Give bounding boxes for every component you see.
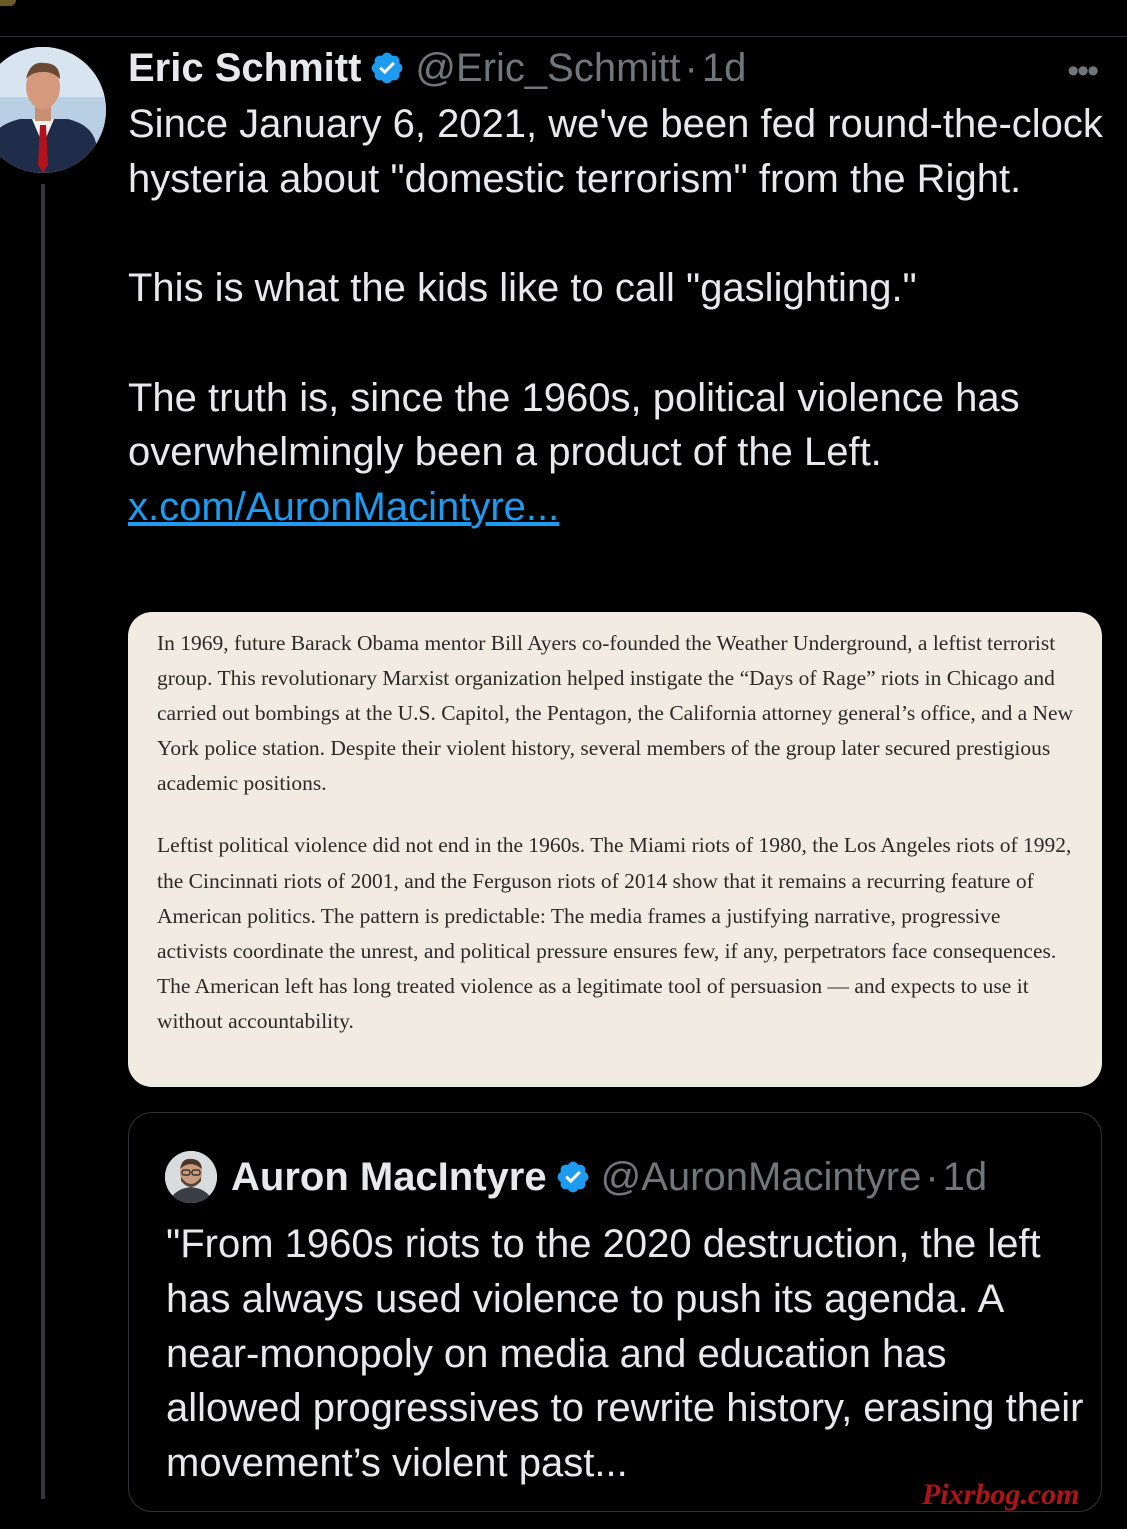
author-name[interactable]: Eric Schmitt [128,46,361,91]
verified-badge-icon [557,1161,588,1193]
more-options-icon[interactable]: ••• [1067,52,1099,91]
quoted-author-avatar [165,1151,217,1203]
quoted-tweet-body: "From 1960s riots to the 2020 destructio… [166,1222,1084,1486]
quoted-timestamp[interactable]: 1d [943,1155,988,1200]
quoted-tweet[interactable]: Auron MacIntyre @AuronMacintyre · 1d "Fr… [128,1112,1102,1512]
watermark: Pixrbog.com [922,1478,1080,1511]
thread-line [41,184,45,1499]
divider [0,36,1127,37]
tweet-paragraph: This is what the kids like to call "gasl… [128,266,917,310]
separator-dot: · [925,1154,939,1199]
author-avatar-image [0,47,106,173]
image-paragraph: In 1969, future Barack Obama mentor Bill… [157,631,1074,796]
tweet-header: Eric Schmitt @Eric_Schmitt · 1d [128,40,746,96]
attached-image-text[interactable]: In 1969, future Barack Obama mentor Bill… [128,612,1102,1087]
tweet-paragraph: The truth is, since the 1960s, political… [128,375,1020,475]
quoted-tweet-header: Auron MacIntyre @AuronMacintyre · 1d [165,1151,987,1203]
previous-tweet-edge [0,0,16,6]
separator-dot: · [684,45,698,90]
quoted-author-handle[interactable]: @AuronMacintyre [601,1155,922,1200]
tweet-paragraph: Since January 6, 2021, we've been fed ro… [128,102,1103,201]
tweet-body: Since January 6, 2021, we've been fed ro… [128,97,1103,534]
author-avatar[interactable] [0,47,106,173]
author-handle[interactable]: @Eric_Schmitt [415,46,680,91]
quoted-author-name[interactable]: Auron MacIntyre [231,1155,547,1200]
timestamp[interactable]: 1d [702,46,747,91]
quoted-avatar-image [165,1151,217,1203]
image-paragraph: Leftist political violence did not end i… [157,833,1072,1033]
verified-badge-icon [372,52,403,84]
tweet-link[interactable]: x.com/AuronMacintyre... [128,485,559,529]
